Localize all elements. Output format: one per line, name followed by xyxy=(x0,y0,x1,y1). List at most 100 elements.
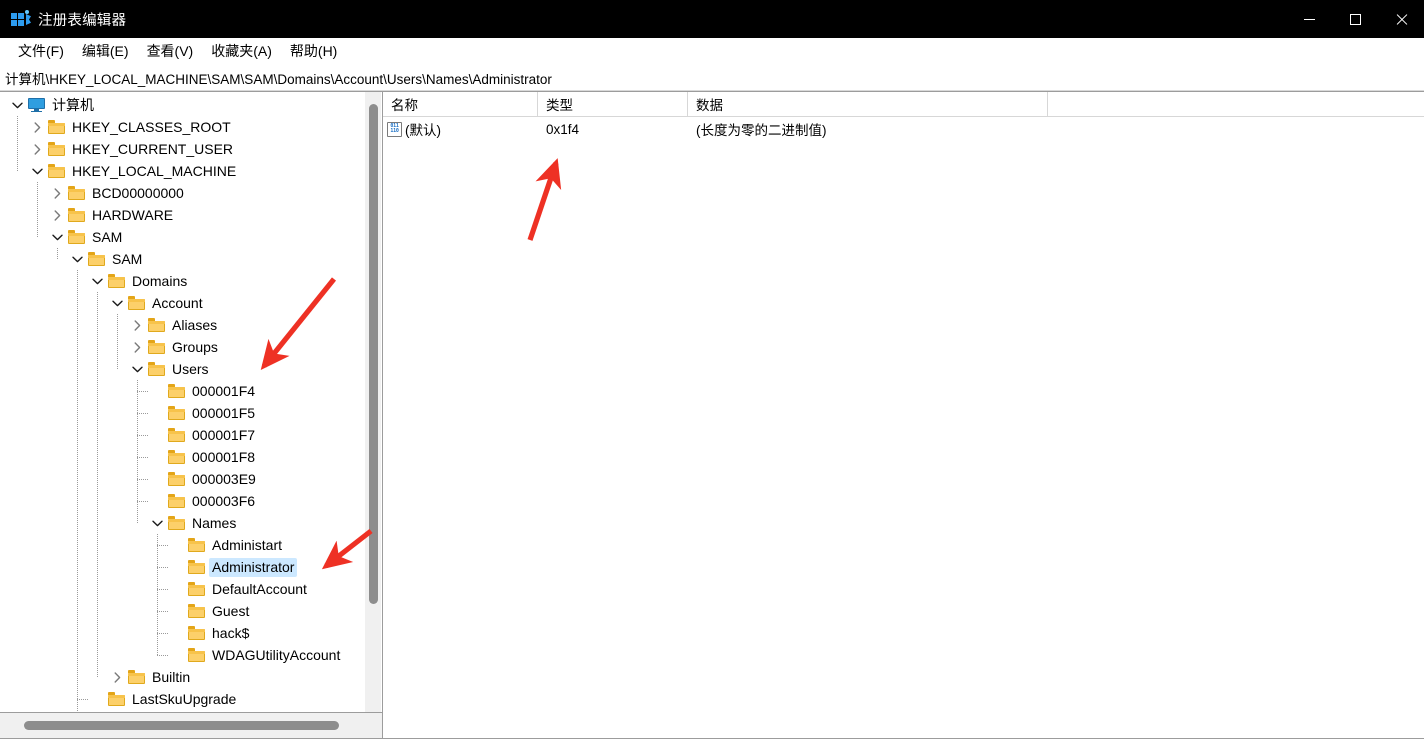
tree-leaf-spacer xyxy=(149,490,166,512)
chevron-right-icon[interactable] xyxy=(129,336,146,358)
column-header-data[interactable]: 数据 xyxy=(688,92,1048,116)
tree-horizontal-scrollbar[interactable] xyxy=(0,712,382,739)
tree-item-names[interactable]: Names xyxy=(0,512,382,534)
tree-item-guest[interactable]: Guest xyxy=(0,600,382,622)
menu-item-edit[interactable]: 编辑(E) xyxy=(73,41,138,62)
tree-item-label: Guest xyxy=(212,602,250,619)
tree-scroll-area: 计算机 HKEY_CLASSES_ROOT HKEY_CURRENT_USER HKE… xyxy=(0,92,382,712)
registry-tree-pane: 计算机 HKEY_CLASSES_ROOT HKEY_CURRENT_USER HKE… xyxy=(0,92,383,739)
window-controls xyxy=(1286,0,1424,38)
menu-item-help[interactable]: 帮助(H) xyxy=(281,41,346,62)
table-row[interactable]: 011 110 (默认) 0x1f4 (长度为零的二进制值) xyxy=(383,117,1424,141)
column-header-filler xyxy=(1048,92,1424,116)
tree-leaf-spacer xyxy=(169,644,186,666)
values-rows: 011 110 (默认) 0x1f4 (长度为零的二进制值) xyxy=(383,117,1424,739)
tree-item-administrator[interactable]: Administrator xyxy=(0,556,382,578)
folder-icon xyxy=(166,402,186,424)
chevron-down-icon[interactable] xyxy=(9,94,26,116)
folder-icon xyxy=(86,248,106,270)
tree-item-hardware[interactable]: HARDWARE xyxy=(0,204,382,226)
tree-item-domains[interactable]: Domains xyxy=(0,270,382,292)
chevron-right-icon[interactable] xyxy=(49,204,66,226)
registry-path: 计算机\HKEY_LOCAL_MACHINE\SAM\SAM\Domains\A… xyxy=(5,71,552,87)
tree-item-groups[interactable]: Groups xyxy=(0,336,382,358)
tree-item--[interactable]: 计算机 xyxy=(0,94,382,116)
folder-icon xyxy=(166,512,186,534)
tree-item-label: 000001F5 xyxy=(192,404,256,421)
tree-item-hkey-classes-root[interactable]: HKEY_CLASSES_ROOT xyxy=(0,116,382,138)
tree-item-sam[interactable]: SAM xyxy=(0,248,382,270)
tree-item-000003f6[interactable]: 000003F6 xyxy=(0,490,382,512)
tree-horizontal-scrollbar-thumb[interactable] xyxy=(24,721,339,730)
chevron-down-icon[interactable] xyxy=(129,358,146,380)
menu-item-favorites[interactable]: 收藏夹(A) xyxy=(202,41,281,62)
folder-icon xyxy=(186,578,206,600)
tree-item-000003e9[interactable]: 000003E9 xyxy=(0,468,382,490)
minimize-button[interactable] xyxy=(1286,0,1332,38)
registry-values-pane: 名称 类型 数据 011 110 (默认) 0x1f4 (长度为零的二进制值) xyxy=(383,92,1424,739)
tree-vertical-scrollbar-thumb[interactable] xyxy=(369,104,378,604)
tree-item-aliases[interactable]: Aliases xyxy=(0,314,382,336)
tree-item-label: HKEY_LOCAL_MACHINE xyxy=(72,162,237,179)
tree-item-wdagutilityaccount[interactable]: WDAGUtilityAccount xyxy=(0,644,382,666)
chevron-right-icon[interactable] xyxy=(129,314,146,336)
tree-item-000001f5[interactable]: 000001F5 xyxy=(0,402,382,424)
binary-value-icon: 011 110 xyxy=(387,121,402,137)
folder-icon xyxy=(166,490,186,512)
tree-item-hkey-local-machine[interactable]: HKEY_LOCAL_MACHINE xyxy=(0,160,382,182)
folder-icon xyxy=(166,380,186,402)
tree-item-administart[interactable]: Administart xyxy=(0,534,382,556)
chevron-right-icon[interactable] xyxy=(109,666,126,688)
tree-item-label: Administrator xyxy=(209,557,298,577)
tree-item-defaultaccount[interactable]: DefaultAccount xyxy=(0,578,382,600)
computer-icon xyxy=(26,94,46,116)
tree-item-label: WDAGUtilityAccount xyxy=(212,646,341,663)
value-name-cell: 011 110 (默认) xyxy=(383,117,538,141)
tree-item-bcd00000000[interactable]: BCD00000000 xyxy=(0,182,382,204)
column-header-type[interactable]: 类型 xyxy=(538,92,688,116)
tree-item-sam[interactable]: SAM xyxy=(0,226,382,248)
chevron-down-icon[interactable] xyxy=(69,248,86,270)
folder-icon xyxy=(166,468,186,490)
chevron-down-icon[interactable] xyxy=(49,226,66,248)
tree-leaf-spacer xyxy=(169,600,186,622)
tree-item-000001f7[interactable]: 000001F7 xyxy=(0,424,382,446)
chevron-down-icon[interactable] xyxy=(109,292,126,314)
tree-leaf-spacer xyxy=(89,688,106,710)
chevron-down-icon[interactable] xyxy=(89,270,106,292)
folder-icon xyxy=(66,204,86,226)
tree-vertical-scrollbar[interactable] xyxy=(365,92,381,712)
tree-item-000001f4[interactable]: 000001F4 xyxy=(0,380,382,402)
chevron-down-icon[interactable] xyxy=(149,512,166,534)
tree-item-label: 000001F7 xyxy=(192,426,256,443)
tree-item-label: Groups xyxy=(172,338,218,355)
menu-item-view[interactable]: 查看(V) xyxy=(138,41,203,62)
close-button[interactable] xyxy=(1378,0,1424,38)
tree-item-label: 计算机 xyxy=(52,96,94,113)
tree-item-hack-[interactable]: hack$ xyxy=(0,622,382,644)
column-header-name[interactable]: 名称 xyxy=(383,92,538,116)
registry-tree: 计算机 HKEY_CLASSES_ROOT HKEY_CURRENT_USER HKE… xyxy=(0,92,382,712)
maximize-button[interactable] xyxy=(1332,0,1378,38)
chevron-down-icon[interactable] xyxy=(29,160,46,182)
menu-item-file[interactable]: 文件(F) xyxy=(9,41,73,62)
tree-leaf-spacer xyxy=(149,380,166,402)
tree-item-account[interactable]: Account xyxy=(0,292,382,314)
tree-item-builtin[interactable]: Builtin xyxy=(0,666,382,688)
minimize-icon xyxy=(1303,18,1315,20)
chevron-right-icon[interactable] xyxy=(29,116,46,138)
address-bar[interactable]: 计算机\HKEY_LOCAL_MACHINE\SAM\SAM\Domains\A… xyxy=(0,65,1424,91)
folder-icon xyxy=(186,534,206,556)
tree-item-hkey-current-user[interactable]: HKEY_CURRENT_USER xyxy=(0,138,382,160)
tree-leaf-spacer xyxy=(149,446,166,468)
folder-icon xyxy=(186,600,206,622)
chevron-right-icon[interactable] xyxy=(29,138,46,160)
tree-item-lastskuupgrade[interactable]: LastSkuUpgrade xyxy=(0,688,382,710)
tree-item-label: SAM xyxy=(92,228,123,245)
content-panes: 计算机 HKEY_CLASSES_ROOT HKEY_CURRENT_USER HKE… xyxy=(0,91,1424,739)
tree-item-users[interactable]: Users xyxy=(0,358,382,380)
tree-item-000001f8[interactable]: 000001F8 xyxy=(0,446,382,468)
chevron-right-icon[interactable] xyxy=(49,182,66,204)
registry-editor-window: 注册表编辑器 文件(F) 编辑(E) 查看(V) 收藏夹(A) 帮助(H) 计算… xyxy=(0,0,1424,739)
folder-icon xyxy=(46,138,66,160)
